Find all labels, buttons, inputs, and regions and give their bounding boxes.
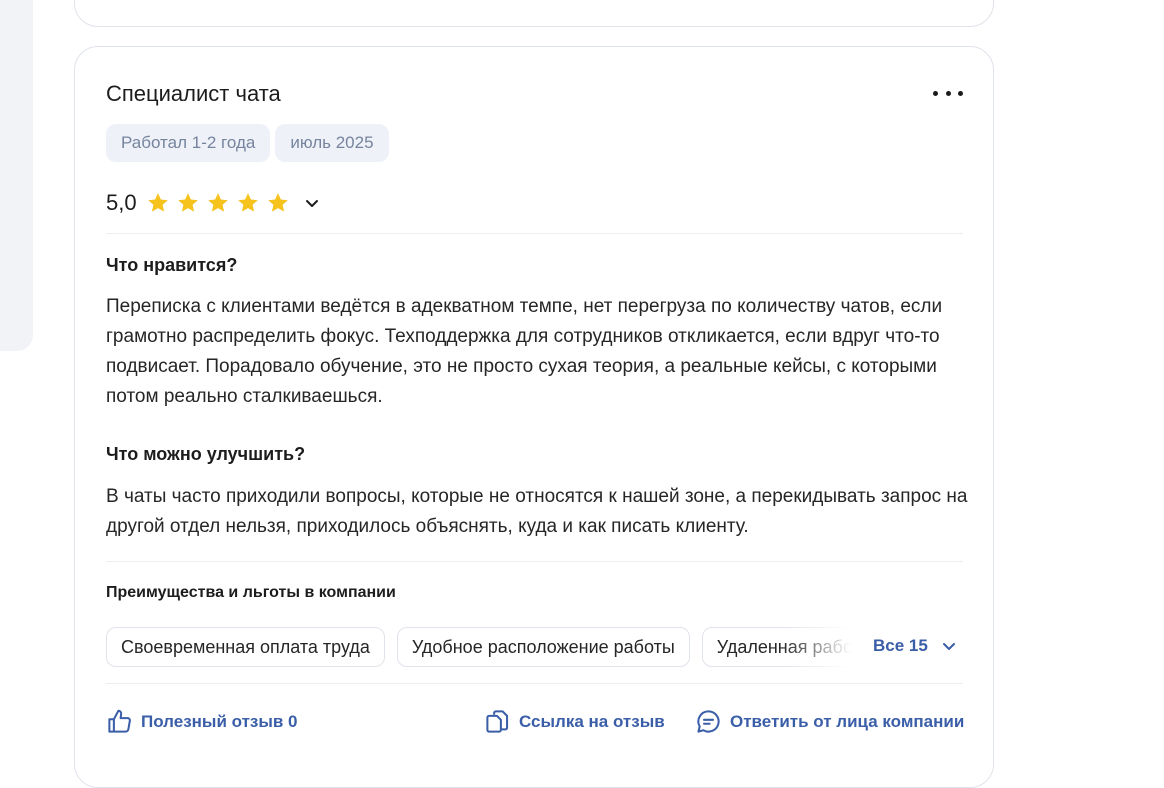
star-icon <box>147 193 168 212</box>
rating-stars <box>146 191 290 215</box>
divider <box>106 683 963 684</box>
benefit-chip: Своевременная оплата труда <box>106 627 385 667</box>
review-position-title: Специалист чата <box>106 81 281 106</box>
chat-bubble-icon <box>697 710 720 733</box>
copy-icon <box>486 710 509 733</box>
rating-row: 5,0 <box>106 190 322 216</box>
copy-link-label: Ссылка на отзыв <box>519 711 665 731</box>
benefits-chips: Своевременная оплата труда Удобное распо… <box>106 627 863 667</box>
likes-text: Переписка с клиентами ведётся в адекватн… <box>106 296 943 407</box>
dot-icon <box>945 90 951 96</box>
chevron-down-icon[interactable] <box>302 193 322 213</box>
reply-as-company-button[interactable]: Ответить от лица компании <box>695 708 964 735</box>
improve-title: Что можно улучшить? <box>106 444 306 464</box>
rating-value: 5,0 <box>106 190 137 215</box>
chevron-down-icon <box>942 643 955 650</box>
review-tags: Работал 1-2 года июль 2025 <box>106 124 389 162</box>
star-icon <box>177 193 198 212</box>
star-icon <box>237 193 258 212</box>
reply-label: Ответить от лица компании <box>730 711 965 731</box>
helpful-review-button[interactable]: Полезный отзыв 0 <box>106 708 298 735</box>
left-side-panel: 5 4 2 3 <box>0 0 33 351</box>
show-all-benefits-button[interactable]: Все 15 <box>873 636 958 656</box>
copy-review-link-button[interactable]: Ссылка на отзыв <box>484 708 665 735</box>
tag-work-duration: Работал 1-2 года <box>106 124 271 162</box>
benefit-chip: Удобное расположение работы <box>396 627 690 667</box>
benefits-title: Преимущества и льготы в компании <box>106 584 396 601</box>
divider <box>106 233 963 234</box>
dot-icon <box>958 90 963 96</box>
show-all-label: Все 15 <box>873 636 928 655</box>
star-icon <box>267 193 288 212</box>
likes-title: Что нравится? <box>106 255 238 275</box>
dot-icon <box>933 90 938 96</box>
tag-review-date: июль 2025 <box>275 124 389 162</box>
chips-fade-overlay <box>783 627 863 667</box>
more-options-button[interactable] <box>933 83 963 103</box>
divider <box>106 561 963 562</box>
previous-review-card <box>74 0 994 27</box>
thumbs-up-icon <box>108 709 131 733</box>
review-card: Специалист чата Работал 1-2 года июль 20… <box>74 46 994 788</box>
helpful-label: Полезный отзыв 0 <box>141 711 298 731</box>
star-icon <box>207 193 228 212</box>
improve-text: В чаты часто приходили вопросы, которые … <box>106 486 968 537</box>
